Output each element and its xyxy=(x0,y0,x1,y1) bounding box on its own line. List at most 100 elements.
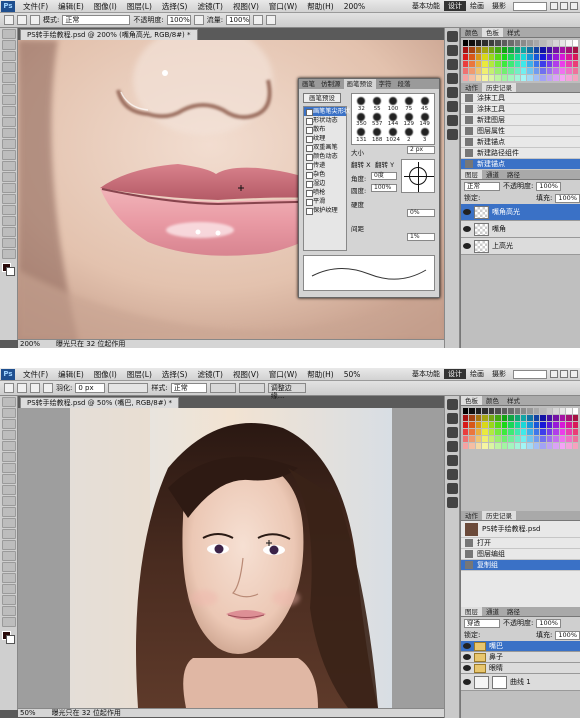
color-swatch[interactable] xyxy=(482,429,488,435)
color-swatch[interactable] xyxy=(514,436,520,442)
angle-field[interactable]: 0度 xyxy=(371,172,397,180)
color-swatch[interactable] xyxy=(533,415,540,421)
menu-edit[interactable]: 编辑(E) xyxy=(53,1,89,12)
brush-tip[interactable]: 537 xyxy=(370,112,385,127)
history-panel-icon[interactable] xyxy=(447,399,458,410)
tab-brush-presets[interactable]: 画笔预设 xyxy=(343,79,376,89)
pressure-opacity-icon[interactable] xyxy=(193,15,204,25)
brushes-panel-icon[interactable] xyxy=(447,455,458,466)
workspace-photography[interactable]: 摄影 xyxy=(488,369,510,379)
color-swatch[interactable] xyxy=(514,443,520,449)
blend-mode-select[interactable]: 穿透 xyxy=(464,618,500,628)
flow-field[interactable]: 100% xyxy=(226,15,251,25)
character-panel-icon[interactable] xyxy=(447,483,458,494)
add-selection-icon[interactable] xyxy=(30,383,40,393)
color-swatch[interactable] xyxy=(533,429,540,435)
quick-select-tool-icon[interactable] xyxy=(2,62,16,72)
color-swatch[interactable] xyxy=(540,408,546,414)
color-swatch[interactable] xyxy=(501,40,508,46)
color-swatch[interactable] xyxy=(553,422,559,428)
shape-tool-icon[interactable] xyxy=(2,216,16,226)
eyedropper-tool-icon[interactable] xyxy=(2,452,16,462)
color-swatch[interactable] xyxy=(495,75,501,81)
color-swatch[interactable] xyxy=(553,40,559,46)
color-swatch[interactable] xyxy=(475,429,482,435)
menu-layer[interactable]: 图层(L) xyxy=(122,1,157,12)
color-swatch[interactable] xyxy=(514,54,520,60)
color-swatch[interactable] xyxy=(501,415,508,421)
workspace-design[interactable]: 设计 xyxy=(444,1,466,11)
color-swatch[interactable] xyxy=(540,54,546,60)
color-swatch[interactable] xyxy=(559,61,566,67)
maximize-button[interactable] xyxy=(560,2,568,10)
color-swatch[interactable] xyxy=(514,422,520,428)
quick-select-tool-icon[interactable] xyxy=(2,430,16,440)
brush-tip[interactable]: 149 xyxy=(417,112,432,127)
color-swatch[interactable] xyxy=(463,408,469,414)
workspace-painting[interactable]: 绘画 xyxy=(466,369,488,379)
color-swatch[interactable] xyxy=(540,47,546,53)
menu-layer[interactable]: 图层(L) xyxy=(122,369,157,380)
menu-select[interactable]: 选择(S) xyxy=(157,1,193,12)
color-swatch[interactable] xyxy=(508,68,514,74)
color-swatch[interactable] xyxy=(533,68,540,74)
color-swatch[interactable] xyxy=(559,429,566,435)
color-swatch[interactable] xyxy=(527,429,533,435)
color-swatch[interactable] xyxy=(482,415,488,421)
shape-tool-icon[interactable] xyxy=(2,584,16,594)
color-swatch[interactable] xyxy=(559,54,566,60)
menu-edit[interactable]: 编辑(E) xyxy=(53,369,89,380)
color-swatch[interactable] xyxy=(495,47,501,53)
color-swatch[interactable] xyxy=(540,429,546,435)
noise-item[interactable]: 杂色 xyxy=(304,170,346,179)
color-swatch[interactable] xyxy=(488,436,495,442)
color-swatch[interactable] xyxy=(469,429,475,435)
color-swatch[interactable] xyxy=(540,422,546,428)
brush-panel-toggle-icon[interactable] xyxy=(30,15,40,25)
fill-field[interactable]: 100% xyxy=(555,630,580,640)
document-tab[interactable]: PS转手绘教程.psd @ 200% (嘴角高光, RGB/8#) * xyxy=(20,29,198,40)
color-swatch[interactable] xyxy=(540,443,546,449)
color-dynamics-item[interactable]: 颜色动态 xyxy=(304,152,346,161)
color-swatch[interactable] xyxy=(501,47,508,53)
brush-tip[interactable]: 1024 xyxy=(386,127,401,143)
color-swatch[interactable] xyxy=(559,40,566,46)
lasso-tool-icon[interactable] xyxy=(2,419,16,429)
dodge-tool-icon[interactable] xyxy=(2,540,16,550)
menu-view[interactable]: 视图(V) xyxy=(228,369,264,380)
search-field[interactable] xyxy=(513,369,547,379)
color-swatch[interactable] xyxy=(521,429,527,435)
search-field[interactable] xyxy=(513,1,547,11)
history-step[interactable]: 新建图层 xyxy=(461,115,580,126)
tab-character[interactable]: 字符 xyxy=(376,79,395,89)
color-swatch[interactable] xyxy=(566,47,572,53)
protect-texture-item[interactable]: 保护纹理 xyxy=(304,206,346,215)
crop-tool-icon[interactable] xyxy=(2,73,16,83)
color-swatch[interactable] xyxy=(533,40,540,46)
background-color-swatch[interactable] xyxy=(6,267,15,276)
color-swatch[interactable] xyxy=(546,47,553,53)
color-swatch[interactable] xyxy=(463,443,469,449)
color-swatch[interactable] xyxy=(521,436,527,442)
menu-select[interactable]: 选择(S) xyxy=(157,369,193,380)
color-swatch[interactable] xyxy=(521,47,527,53)
color-swatch[interactable] xyxy=(469,61,475,67)
color-swatch[interactable] xyxy=(501,422,508,428)
color-swatch[interactable] xyxy=(572,40,578,46)
color-swatch[interactable] xyxy=(508,61,514,67)
color-swatch[interactable] xyxy=(572,54,578,60)
hand-tool-icon[interactable] xyxy=(2,238,16,248)
color-swatch[interactable] xyxy=(514,408,520,414)
layer-group-row[interactable]: 嘴巴 xyxy=(461,641,580,652)
layer-row[interactable]: 嘴角 xyxy=(461,221,580,238)
color-swatch[interactable] xyxy=(501,75,508,81)
color-swatch[interactable] xyxy=(566,40,572,46)
tab-swatches[interactable]: 色板 xyxy=(482,28,503,37)
tab-paths[interactable]: 路径 xyxy=(503,607,524,616)
brush-tip[interactable]: 55 xyxy=(370,96,385,112)
color-swatch[interactable] xyxy=(488,75,495,81)
color-swatch[interactable] xyxy=(495,54,501,60)
visibility-eye-icon[interactable] xyxy=(463,679,471,685)
color-swatch[interactable] xyxy=(488,61,495,67)
color-swatch[interactable] xyxy=(475,54,482,60)
